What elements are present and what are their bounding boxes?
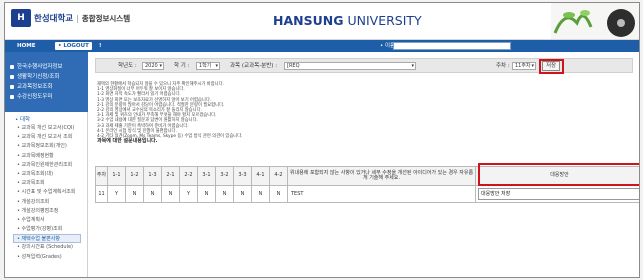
- week-select[interactable]: 11주차: [512, 62, 536, 70]
- sidebar-item[interactable]: • 개설강의평점조정: [5, 207, 87, 216]
- sidebar-item[interactable]: • 교과목정보조회(개인): [5, 142, 87, 151]
- sidebar-item[interactable]: • 시간표 및 수업계획서조회: [5, 188, 87, 197]
- free-comment-cell: TEST: [287, 185, 476, 203]
- home-link[interactable]: HOME: [17, 42, 36, 50]
- survey-title: 과목에 대한 설문내용입니다.: [97, 138, 158, 145]
- sidebar-item[interactable]: • 교과목조회: [5, 179, 87, 188]
- sidebar-item[interactable]: • 교과목배정현황: [5, 152, 87, 161]
- answer-cell: N: [125, 185, 144, 203]
- col-header: 1-1: [107, 166, 126, 186]
- year-label: 학년도 :: [118, 63, 137, 69]
- university-logo[interactable]: H 한성대학교 | 종합정보시스템: [11, 9, 130, 27]
- col-header: 3-2: [215, 166, 234, 186]
- sidebar-item[interactable]: • 교과목인원제한관리조회: [5, 161, 87, 170]
- answer-cell: N: [233, 185, 252, 203]
- year-select[interactable]: 2020: [142, 62, 164, 70]
- plan-highlight-box: [478, 163, 639, 186]
- col-header: 주차: [95, 166, 108, 186]
- sidebar-section-title[interactable]: • 대학: [5, 112, 87, 124]
- brand-bold: HANSUNG: [273, 13, 344, 28]
- quick-link[interactable]: 수강신청도우미: [5, 92, 88, 102]
- sidebar-item[interactable]: • 교과목 개선 보고서 조회: [5, 133, 87, 142]
- top-nav-bar: HOME • LOGOUT ! • 이름: [5, 40, 639, 52]
- brand-light: UNIVERSITY: [343, 13, 422, 28]
- table-row: 11 Y N N N Y N N N N N TEST 대응방안 저장: [95, 185, 639, 203]
- browser-frame: H 한성대학교 | 종합정보시스템 HANSUNG UNIVERSITY HOM…: [4, 2, 640, 278]
- term-select[interactable]: 1학기: [196, 62, 220, 70]
- quick-link[interactable]: 생활학기신청/조회: [5, 72, 88, 82]
- col-header: 3-3: [233, 166, 252, 186]
- sidebar-item[interactable]: • 수업평가(강평)조회: [5, 225, 87, 234]
- brand-title: HANSUNG UNIVERSITY: [273, 13, 422, 28]
- col-header: 2-2: [179, 166, 198, 186]
- answer-cell: N: [161, 185, 180, 203]
- notice-icon[interactable]: !: [99, 42, 102, 50]
- answer-cell: Y: [179, 185, 198, 203]
- sidebar-item[interactable]: • 수업계획서: [5, 216, 87, 225]
- free-comment-header: 위내용에 포함되지 않는 사항이 있거나 세부 수정을 개선된 아이디어가 있는…: [287, 166, 476, 186]
- logo-separator: |: [76, 13, 79, 23]
- university-name: 한성대학교: [34, 14, 74, 24]
- course-label: 과목 (교과목-분반) :: [230, 63, 278, 69]
- answer-cell: N: [269, 185, 288, 203]
- filter-bar: 학년도 : 2020 학 기 : 1학기 과목 (교과목-분반) : [REQ …: [95, 58, 633, 74]
- logout-button[interactable]: • LOGOUT: [55, 42, 92, 50]
- col-header: 4-2: [269, 166, 288, 186]
- col-header: 4-1: [251, 166, 270, 186]
- main-content: 학년도 : 2020 학 기 : 1학기 과목 (교과목-분반) : [REQ …: [91, 52, 639, 277]
- save-button[interactable]: 저장: [542, 61, 560, 71]
- system-name: 종합정보시스템: [81, 13, 131, 23]
- plan-cell: 대응방안 저장: [475, 185, 639, 203]
- answer-cell: N: [251, 185, 270, 203]
- col-header: 2-1: [161, 166, 180, 186]
- sidebar-item[interactable]: • 개설강의조회: [5, 198, 87, 207]
- col-header: 1-3: [143, 166, 162, 186]
- plan-input[interactable]: 대응방안 저장: [478, 188, 639, 200]
- term-label: 학 기 :: [174, 63, 190, 69]
- sidebar: 한국수행사업자정보 생활학기신청/조회 교과목정보조회 수강신청도우미 • 대학…: [5, 52, 88, 277]
- answer-cell: N: [143, 185, 162, 203]
- sidebar-item[interactable]: • 강의시간표 (Schedule): [5, 243, 87, 252]
- quick-link[interactable]: 교과목정보조회: [5, 82, 88, 92]
- week-cell: 11: [95, 185, 108, 203]
- course-select[interactable]: [REQ: [284, 62, 416, 70]
- header-decoration-image: [551, 3, 639, 39]
- col-header: 3-1: [197, 166, 216, 186]
- name-search-input[interactable]: [393, 42, 511, 50]
- sidebar-quick-menu: 한국수행사업자정보 생활학기신청/조회 교과목정보조회 수강신청도우미: [5, 52, 88, 112]
- answer-cell: N: [215, 185, 234, 203]
- answer-cell: Y: [107, 185, 126, 203]
- col-header: 1-2: [125, 166, 144, 186]
- sidebar-item[interactable]: • 성적입력(Grades): [5, 253, 87, 262]
- survey-notes: 재택의 현황에서 학습되지 않을 수 있으니 자주 확인해주시기 바랍니다. 1…: [97, 82, 497, 144]
- site-header: H 한성대학교 | 종합정보시스템 HANSUNG UNIVERSITY: [5, 3, 639, 40]
- week-label: 주차 :: [496, 63, 510, 69]
- quick-link[interactable]: 한국수행사업자정보: [5, 62, 88, 72]
- logo-mark: H: [11, 9, 31, 27]
- sidebar-item[interactable]: • 교과목조회(대): [5, 170, 87, 179]
- answer-cell: N: [197, 185, 216, 203]
- sidebar-item-active[interactable]: • 재택수업 불편사항: [13, 234, 81, 244]
- sidebar-item[interactable]: • 교과목 개선 보고서(CQI): [5, 124, 87, 133]
